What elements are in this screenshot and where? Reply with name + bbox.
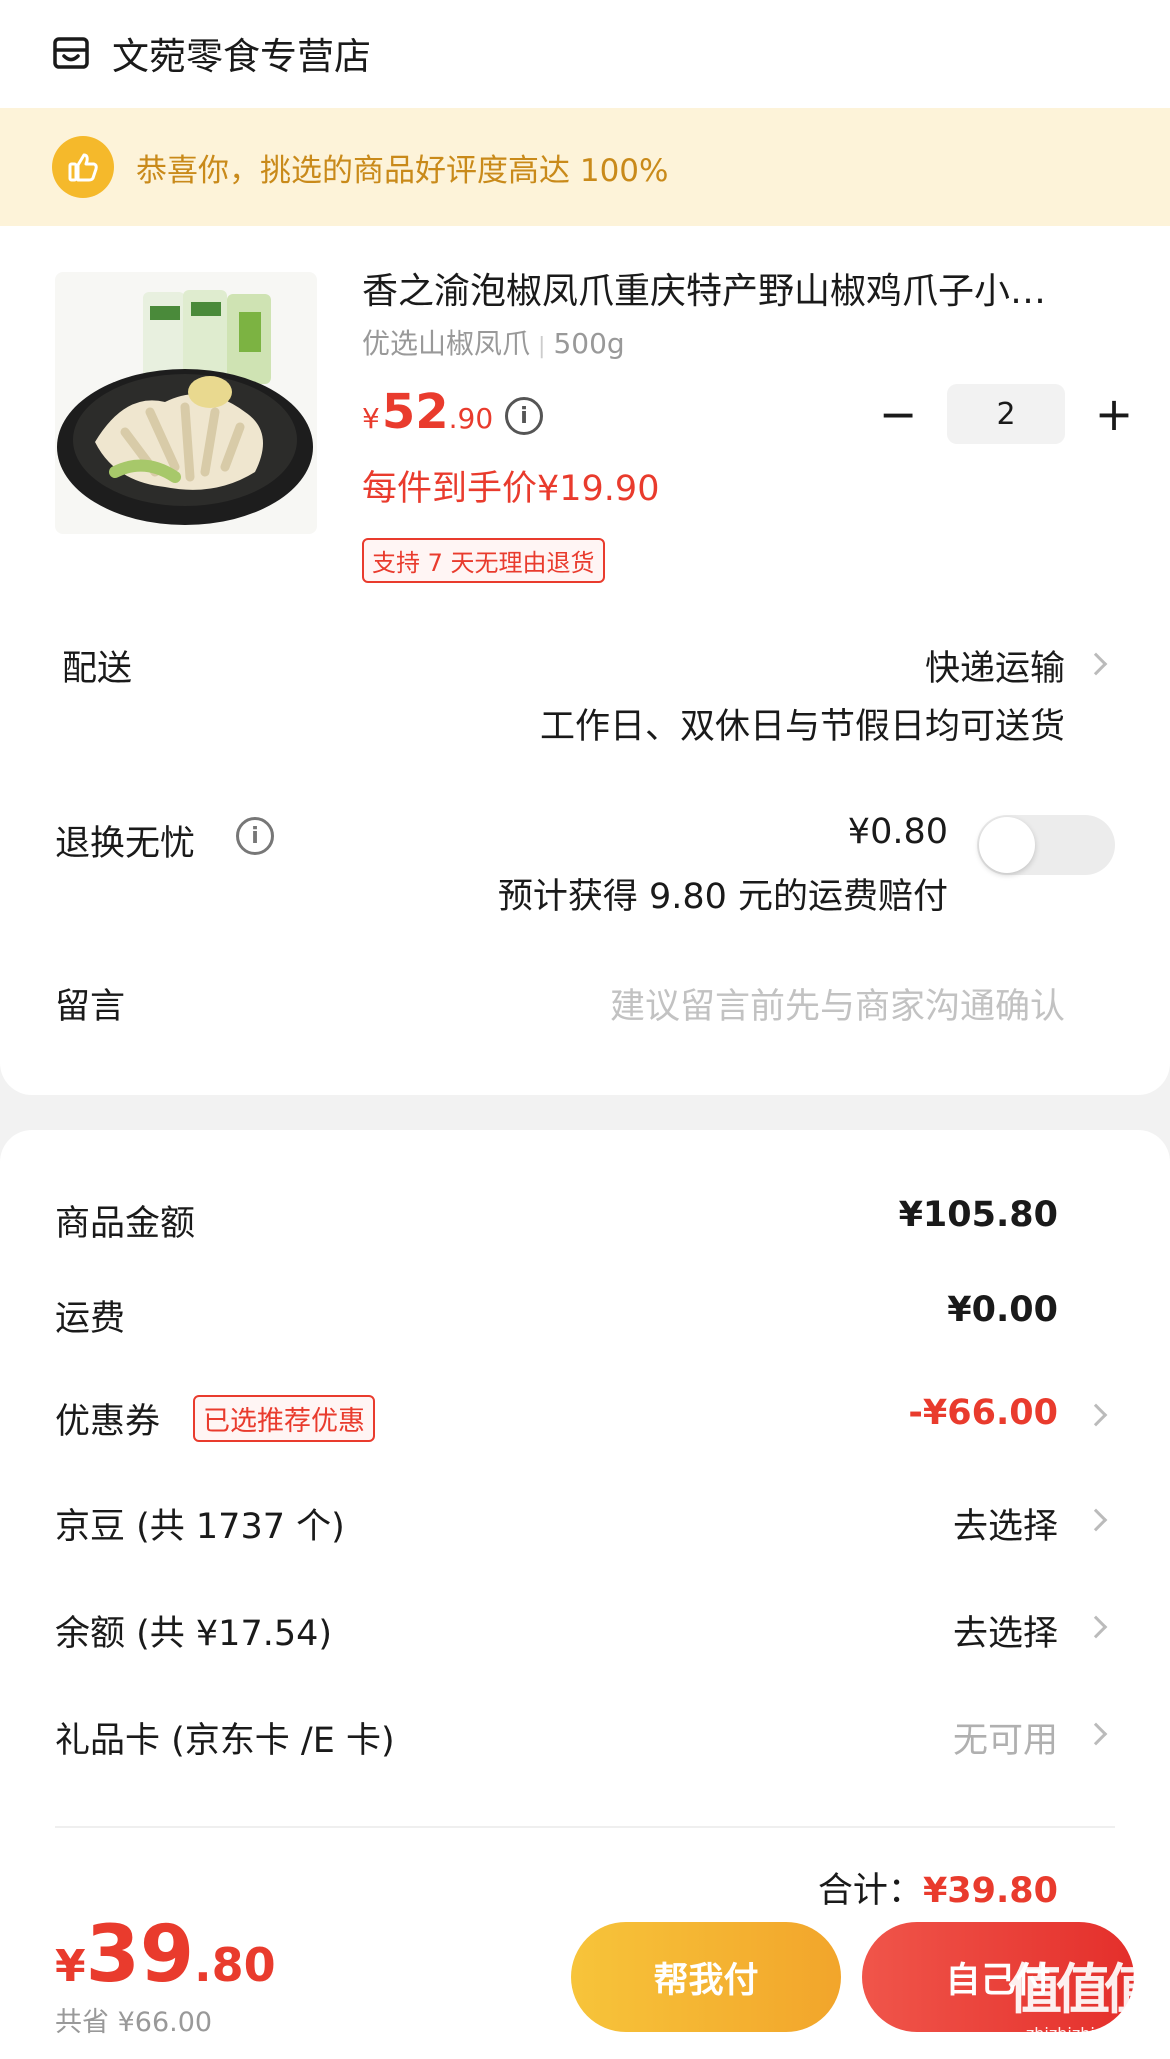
product-image[interactable]	[55, 272, 317, 534]
divider	[55, 1826, 1115, 1828]
shipping-label: 运费	[55, 1299, 126, 1339]
watermark-logo: 值值值	[1008, 1958, 1158, 2021]
rating-banner: 恭喜你，挑选的商品好评度高达 100%	[0, 108, 1170, 226]
product-title[interactable]: 香之渝泡椒凤爪重庆特产野山椒鸡爪子小…	[362, 262, 1122, 314]
spec-separator: |	[538, 334, 546, 359]
store-name[interactable]: 文菀零食专营店	[112, 26, 371, 80]
return-insurance-price: ¥0.80	[847, 812, 948, 852]
delivery-label: 配送	[62, 649, 133, 689]
jingdou-select[interactable]: 去选择	[953, 1498, 1058, 1549]
total-value: ¥39.80	[922, 1871, 1058, 1911]
watermark-url: zhizhizhi.com	[1025, 2024, 1135, 2043]
banner-text: 恭喜你，挑选的商品好评度高达 100%	[136, 152, 669, 189]
spec-weight: 500g	[553, 327, 625, 360]
price-info-icon[interactable]: i	[505, 397, 543, 435]
return-insurance-desc: 预计获得 9.80 元的运费赔付	[497, 877, 948, 917]
return-insurance-toggle[interactable]	[977, 815, 1115, 875]
coupon-label: 优惠券	[55, 1402, 161, 1442]
balance-label: 余额 (共 ¥17.54)	[55, 1614, 333, 1654]
spec-name: 优选山椒凤爪	[362, 327, 531, 360]
thumbs-up-icon	[52, 136, 114, 198]
delivery-method[interactable]: 快递运输	[925, 640, 1065, 691]
balance-select[interactable]: 去选择	[953, 1605, 1058, 1656]
message-label: 留言	[55, 987, 126, 1027]
coupon-value[interactable]: -¥66.00	[908, 1393, 1058, 1433]
coupon-tag: 已选推荐优惠	[193, 1395, 375, 1442]
jingdou-label: 京豆 (共 1737 个)	[55, 1507, 345, 1547]
price-currency: ¥	[362, 402, 380, 435]
quantity-stepper: − 2 +	[875, 384, 1137, 444]
giftcard-value[interactable]: 无可用	[953, 1712, 1058, 1763]
goods-amount-value: ¥105.80	[898, 1195, 1058, 1235]
product-price: ¥ 52 .90	[362, 384, 493, 440]
return-insurance-label: 退换无忧	[55, 824, 196, 864]
watermark: 值值值 zhizhizhi.com	[1000, 1945, 1160, 2055]
pay-currency: ¥	[55, 1941, 86, 1992]
minus-button[interactable]: −	[875, 391, 921, 437]
toggle-knob	[979, 817, 1035, 873]
help-me-pay-button[interactable]: 帮我付	[571, 1922, 841, 2032]
insurance-info-icon[interactable]: i	[236, 817, 274, 855]
pay-integer: 39	[85, 1910, 195, 2000]
price-integer: 52	[381, 384, 449, 440]
message-input[interactable]: 建议留言前先与商家沟通确认	[610, 978, 1065, 1029]
unit-price: 每件到手价¥19.90	[362, 469, 660, 509]
giftcard-label: 礼品卡 (京东卡 /E 卡)	[55, 1721, 395, 1761]
pay-decimal: .80	[194, 1938, 276, 1992]
total-line: 合计： ¥39.80	[818, 1862, 1058, 1913]
price-decimal: .90	[448, 402, 494, 435]
saved-amount: 共省 ¥66.00	[55, 2007, 213, 2038]
return-policy-tag: 支持 7 天无理由退货	[362, 538, 605, 583]
plus-button[interactable]: +	[1091, 391, 1137, 437]
total-label: 合计：	[817, 1871, 923, 1911]
product-spec[interactable]: 优选山椒凤爪 | 500g	[362, 322, 625, 362]
quantity-value[interactable]: 2	[947, 384, 1065, 444]
goods-amount-label: 商品金额	[55, 1204, 196, 1244]
payable-amount: ¥ 39 .80	[55, 1910, 276, 2000]
shipping-value: ¥0.00	[947, 1290, 1058, 1330]
store-icon	[53, 37, 89, 69]
delivery-schedule: 工作日、双休日与节假日均可送货	[539, 707, 1065, 747]
store-header[interactable]: 文菀零食专营店	[52, 18, 371, 88]
